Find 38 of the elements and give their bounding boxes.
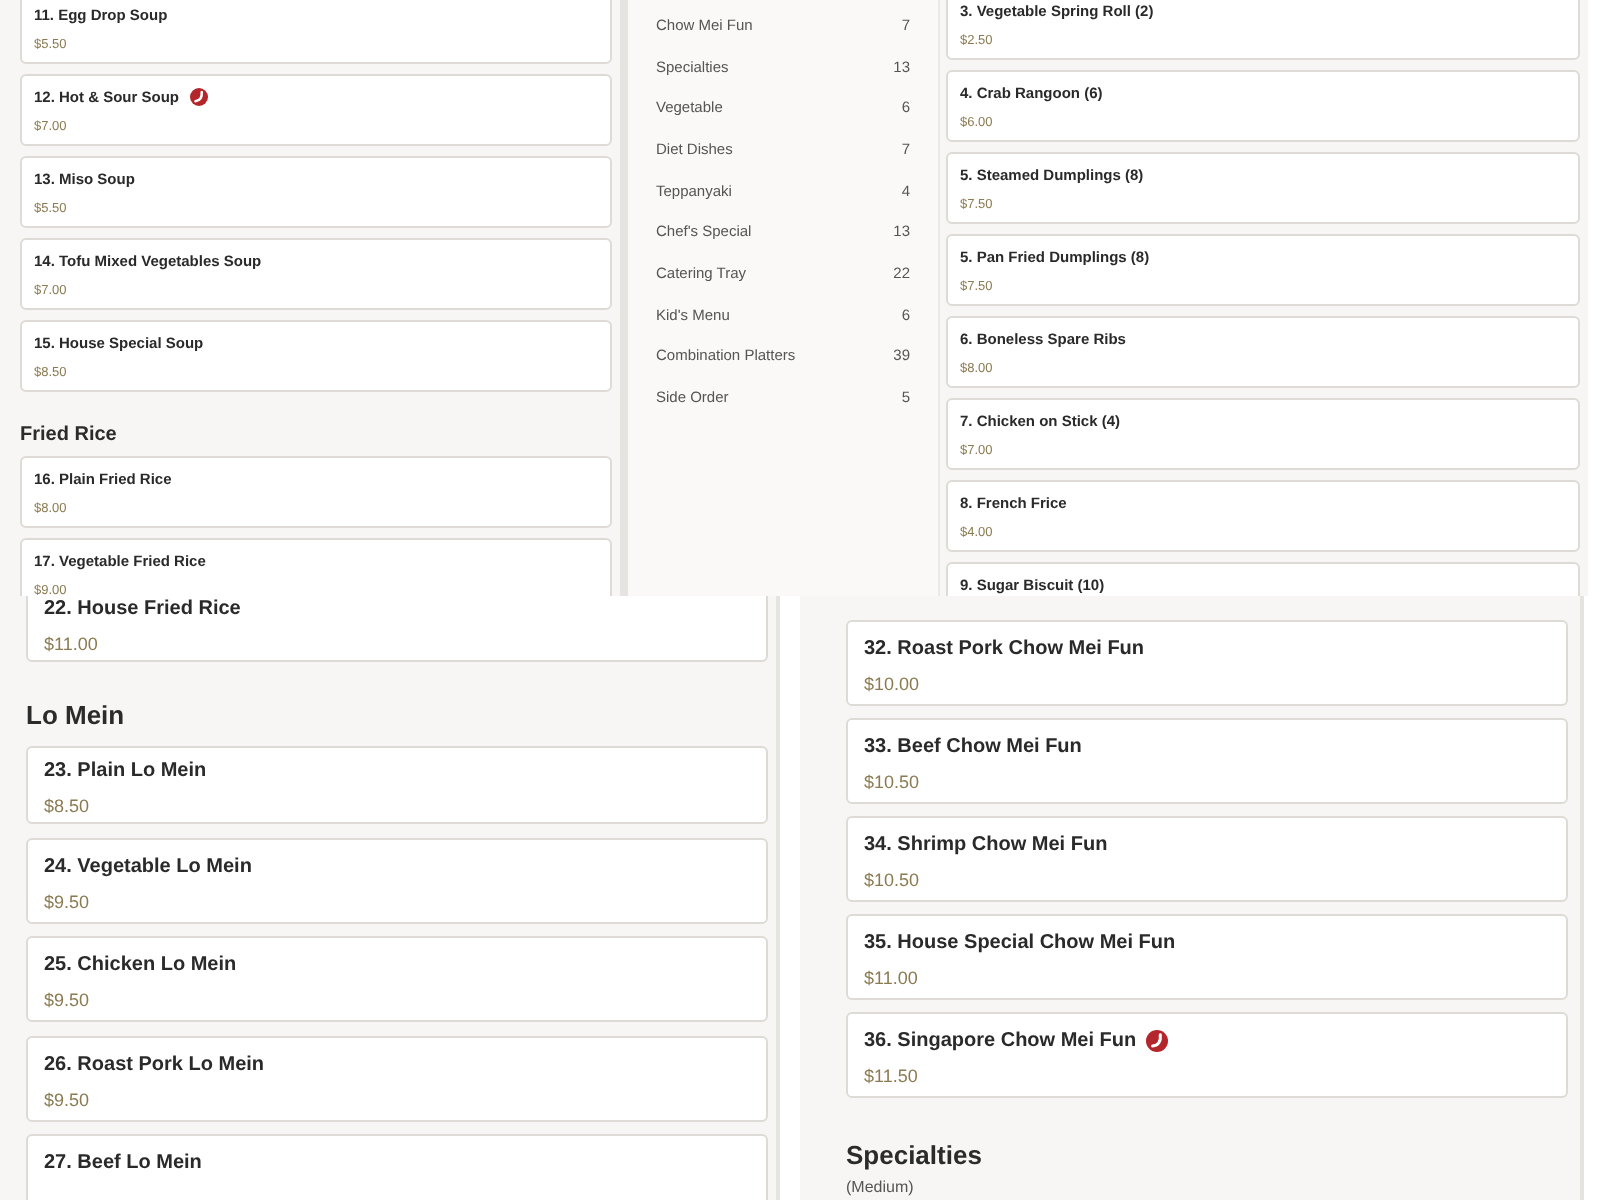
item-price: $10.50 <box>864 870 922 890</box>
item-name: 22. House Fried Rice <box>44 598 241 620</box>
item-price: $11.00 <box>864 968 920 988</box>
item-price: $9.50 <box>44 891 92 911</box>
item-price: $11.50 <box>864 1066 920 1086</box>
item-name: 26. Roast Pork Lo Mein <box>44 1053 265 1075</box>
menu-item-card[interactable]: 23. Plain Lo Mein $8.50 <box>26 746 768 824</box>
item-name: 32. Roast Pork Chow Mei Fun <box>864 638 1145 660</box>
item-price: $10.50 <box>864 772 922 792</box>
menu-item-card[interactable]: 32. Roast Pork Chow Mei Fun $10.00 <box>846 620 1568 706</box>
item-name: 35. House Special Chow Mei Fun <box>864 932 1176 954</box>
item-price: $10.00 <box>864 674 922 694</box>
menu-item-card[interactable]: 26. Roast Pork Lo Mein $9.50 <box>26 1035 768 1121</box>
item-name: 24. Vegetable Lo Mein <box>44 855 252 877</box>
menu-item-card[interactable]: 36. Singapore Chow Mei Fun $11.50 <box>846 1012 1568 1098</box>
item-price: $9.50 <box>44 990 92 1010</box>
menu-item-card[interactable]: 35. House Special Chow Mei Fun $11.00 <box>846 914 1568 1000</box>
item-name: 34. Shrimp Chow Mei Fun <box>864 834 1108 856</box>
item-price: $8.50 <box>44 796 92 816</box>
menu-item-card[interactable]: 27. Beef Lo Mein <box>26 1134 768 1200</box>
menu-item-card[interactable]: 33. Beef Chow Mei Fun $10.50 <box>846 718 1568 804</box>
item-name: 27. Beef Lo Mein <box>44 1152 202 1174</box>
menu-item-card[interactable]: 34. Shrimp Chow Mei Fun $10.50 <box>846 816 1568 902</box>
item-name: 33. Beef Chow Mei Fun <box>864 736 1082 758</box>
section-note: (Medium) <box>846 1178 916 1196</box>
item-name: 36. Singapore Chow Mei Fun <box>864 1030 1137 1052</box>
menu-item-card[interactable]: 25. Chicken Lo Mein $9.50 <box>26 936 768 1022</box>
section-heading: Fried Rice <box>20 424 119 446</box>
item-name: 25. Chicken Lo Mein <box>44 954 237 976</box>
menu-item-card[interactable]: 24. Vegetable Lo Mein $9.50 <box>26 837 768 923</box>
item-name: 23. Plain Lo Mein <box>44 760 207 782</box>
menu-item-card[interactable]: 22. House Fried Rice $11.00 <box>26 596 768 662</box>
pepper-icon <box>189 88 208 106</box>
item-price: $9.50 <box>44 1089 92 1109</box>
pepper-icon <box>1146 1030 1169 1052</box>
item-price: $11.00 <box>44 634 100 654</box>
section-heading: Lo Mein <box>26 700 127 730</box>
section-heading: Specialties <box>846 1140 984 1170</box>
